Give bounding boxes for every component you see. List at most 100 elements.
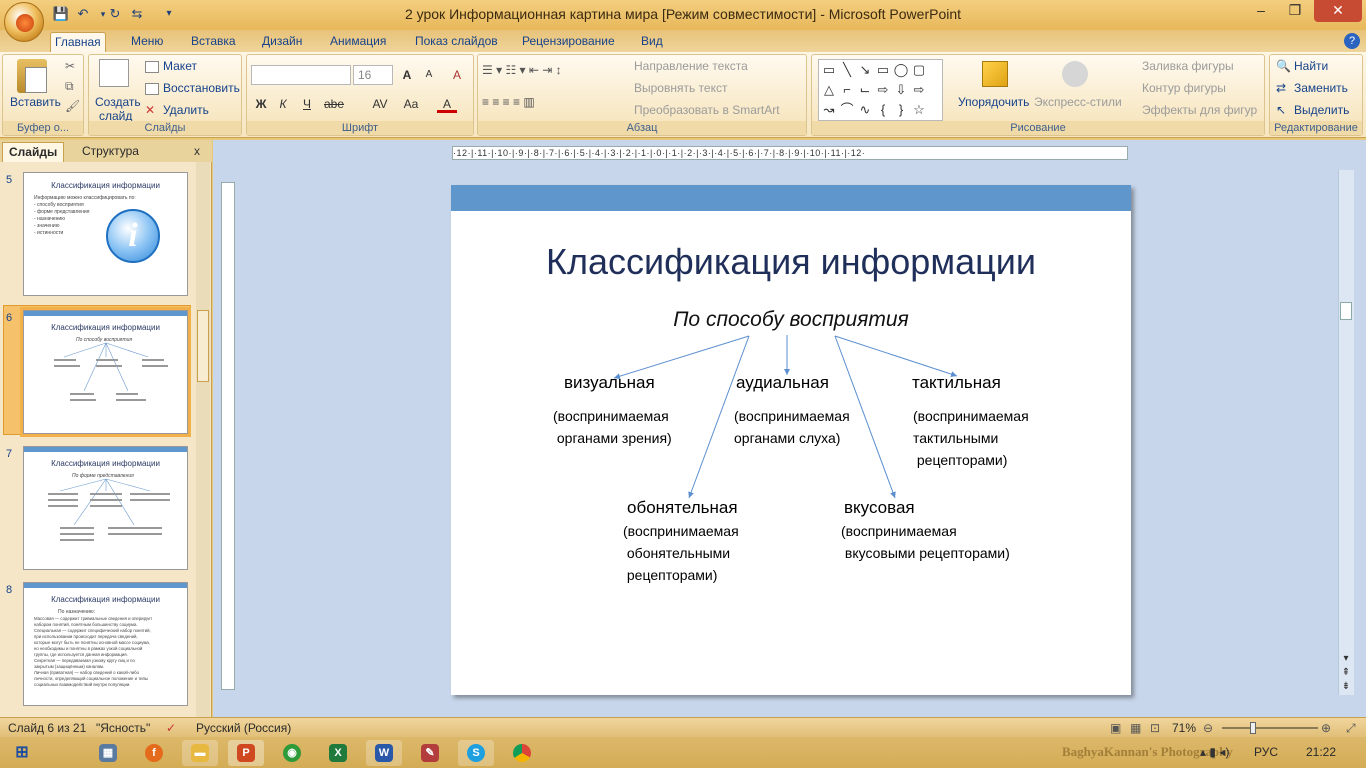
change-case-button[interactable]: Aa bbox=[401, 95, 421, 113]
main-scrollbar[interactable] bbox=[1338, 170, 1354, 695]
shape-fill-button[interactable]: Заливка фигуры bbox=[1142, 59, 1234, 73]
category-tactile[interactable]: тактильная bbox=[912, 373, 1001, 393]
zoom-slider-thumb[interactable] bbox=[1250, 722, 1256, 734]
tab-home[interactable]: Главная bbox=[50, 32, 106, 52]
tab-animation[interactable]: Анимация bbox=[326, 32, 390, 52]
slides-pane-scroll-thumb[interactable] bbox=[197, 310, 209, 382]
font-color-button[interactable]: A bbox=[437, 95, 457, 113]
select-button[interactable]: Выделить bbox=[1294, 103, 1349, 117]
underline-button[interactable]: Ч bbox=[297, 95, 317, 113]
font-size-input[interactable]: 16 bbox=[353, 65, 393, 85]
down-arrow-shape-icon[interactable]: ⇩ bbox=[893, 82, 909, 98]
arc-shape-icon[interactable]: ⌒ bbox=[839, 102, 855, 118]
format-painter-icon[interactable]: 🖌 bbox=[65, 99, 80, 113]
text-direction-button[interactable]: Направление текста bbox=[634, 59, 748, 73]
zoom-in-icon[interactable]: ⊕ bbox=[1321, 721, 1331, 735]
paste-button[interactable]: Вставить bbox=[10, 95, 61, 109]
taskbar-chrome[interactable] bbox=[504, 740, 540, 766]
fit-to-window-icon[interactable]: ⤢ bbox=[1346, 721, 1356, 736]
align-text-button[interactable]: Выровнять текст bbox=[634, 81, 727, 95]
line-shape-icon[interactable]: ╲ bbox=[839, 62, 855, 78]
bullets-icon[interactable]: ☰ ▾ ☷ ▾ ⇤ ⇥ ↕ bbox=[482, 63, 562, 77]
spellcheck-icon[interactable]: ✓ bbox=[166, 721, 176, 735]
curve-shape-icon[interactable]: ∿ bbox=[857, 102, 873, 118]
tab-insert[interactable]: Вставка bbox=[187, 32, 240, 52]
taskbar-excel[interactable]: X bbox=[320, 740, 356, 766]
taskbar-app-green[interactable]: ◉ bbox=[274, 740, 310, 766]
input-language[interactable]: РУС bbox=[1254, 745, 1278, 759]
triangle-shape-icon[interactable]: △ bbox=[821, 82, 837, 98]
font-name-input[interactable] bbox=[251, 65, 351, 85]
start-button[interactable]: ⊞ bbox=[4, 740, 40, 766]
slides-pane-scrollbar[interactable] bbox=[196, 162, 210, 717]
grow-font-button[interactable]: A bbox=[397, 66, 417, 84]
clock[interactable]: 21:22 bbox=[1306, 745, 1336, 759]
category-audial[interactable]: аудиальная bbox=[736, 373, 829, 393]
elbow-shape-icon[interactable]: ⌐ bbox=[839, 82, 855, 98]
slideshow-view-icon[interactable]: ⊡ bbox=[1150, 721, 1160, 735]
rect-shape-icon[interactable]: ▭ bbox=[875, 62, 891, 78]
tab-review[interactable]: Рецензирование bbox=[518, 32, 619, 52]
help-icon[interactable]: ? bbox=[1344, 33, 1360, 49]
bold-button[interactable]: Ж bbox=[251, 95, 271, 113]
language-indicator[interactable]: Русский (Россия) bbox=[196, 721, 291, 735]
callout-shape-icon[interactable]: ⇨ bbox=[911, 82, 927, 98]
shape-outline-button[interactable]: Контур фигуры bbox=[1142, 81, 1226, 95]
tab-slides[interactable]: Слайды bbox=[2, 142, 65, 162]
right-brace-shape-icon[interactable]: } bbox=[893, 102, 909, 118]
right-arrow-shape-icon[interactable]: ⇨ bbox=[875, 82, 891, 98]
zoom-level[interactable]: 71% bbox=[1172, 721, 1196, 735]
category-tactile-desc[interactable]: (воспринимаемая тактильными рецепторами) bbox=[913, 405, 1029, 471]
normal-view-icon[interactable]: ▣ bbox=[1110, 721, 1121, 735]
taskbar-powerpoint[interactable]: P bbox=[228, 740, 264, 766]
category-taste-desc[interactable]: (воспринимаемая вкусовыми рецепторами) bbox=[841, 520, 1010, 564]
clear-format-button[interactable]: A bbox=[447, 66, 467, 84]
quick-styles-icon[interactable] bbox=[1062, 61, 1088, 87]
slide-thumbnail-5[interactable]: Классификация информации Информацию можн… bbox=[23, 172, 188, 296]
textbox-shape-icon[interactable]: ▭ bbox=[821, 62, 837, 78]
main-scroll-thumb[interactable] bbox=[1340, 302, 1352, 320]
tab-slideshow[interactable]: Показ слайдов bbox=[411, 32, 502, 52]
copy-icon[interactable]: ⧉ bbox=[65, 79, 74, 94]
shapes-gallery[interactable]: ▭ ╲ ↘ ▭ ◯ ▢ △ ⌐ ⌙ ⇨ ⇩ ⇨ ↝ ⌒ ∿ { } ☆ bbox=[818, 59, 943, 121]
shrink-font-button[interactable]: A bbox=[419, 66, 439, 84]
smartart-button[interactable]: Преобразовать в SmartArt bbox=[634, 103, 780, 117]
char-spacing-button[interactable]: AV bbox=[367, 95, 393, 113]
new-slide-icon[interactable] bbox=[99, 59, 129, 87]
category-audial-desc[interactable]: (воспринимаемая органами слуха) bbox=[734, 405, 850, 449]
freeform-shape-icon[interactable]: ↝ bbox=[821, 102, 837, 118]
rounded-rect-shape-icon[interactable]: ▢ bbox=[911, 62, 927, 78]
reset-button[interactable]: Восстановить bbox=[163, 81, 240, 95]
zoom-out-icon[interactable]: ⊖ bbox=[1203, 721, 1213, 735]
taskbar-firefox[interactable]: f bbox=[136, 740, 172, 766]
theme-name[interactable]: "Ясность" bbox=[96, 721, 150, 735]
prev-next-slide-icons[interactable]: ▾ ⇞ ⇟ bbox=[1340, 652, 1352, 696]
quick-styles-button[interactable]: Экспресс-стили bbox=[1034, 95, 1122, 109]
left-brace-shape-icon[interactable]: { bbox=[875, 102, 891, 118]
category-olfactory-desc[interactable]: (воспринимаемая обонятельными рецепторам… bbox=[623, 520, 739, 586]
layout-button[interactable]: Макет bbox=[163, 59, 197, 73]
arrange-button[interactable]: Упорядочить bbox=[958, 95, 1029, 109]
zoom-slider[interactable] bbox=[1222, 727, 1318, 729]
taskbar-word[interactable]: W bbox=[366, 740, 402, 766]
star-shape-icon[interactable]: ☆ bbox=[911, 102, 927, 118]
arrow-line-shape-icon[interactable]: ↘ bbox=[857, 62, 873, 78]
cut-icon[interactable]: ✂ bbox=[65, 59, 75, 73]
taskbar-explorer[interactable]: ▬ bbox=[182, 740, 218, 766]
taskbar-skype[interactable]: S bbox=[458, 740, 494, 766]
category-olfactory[interactable]: обонятельная bbox=[627, 498, 738, 518]
close-button[interactable]: ✕ bbox=[1314, 0, 1362, 22]
new-slide-button[interactable]: Создать bbox=[95, 95, 141, 109]
shape-effects-button[interactable]: Эффекты для фигур bbox=[1142, 103, 1257, 117]
tab-design[interactable]: Дизайн bbox=[258, 32, 306, 52]
maximize-button[interactable]: ❐ bbox=[1278, 0, 1312, 22]
slide-thumbnail-7[interactable]: Классификация информации По форме предст… bbox=[23, 446, 188, 570]
strikethrough-button[interactable]: abe bbox=[321, 95, 347, 113]
slide-canvas[interactable]: Классификация информации По способу восп… bbox=[451, 185, 1131, 695]
elbow-arrow-shape-icon[interactable]: ⌙ bbox=[857, 82, 873, 98]
italic-button[interactable]: К bbox=[273, 95, 293, 113]
tab-outline[interactable]: Структура bbox=[76, 142, 145, 162]
category-visual[interactable]: визуальная bbox=[564, 373, 655, 393]
category-taste[interactable]: вкусовая bbox=[844, 498, 915, 518]
taskbar-calculator[interactable]: ▦ bbox=[90, 740, 126, 766]
